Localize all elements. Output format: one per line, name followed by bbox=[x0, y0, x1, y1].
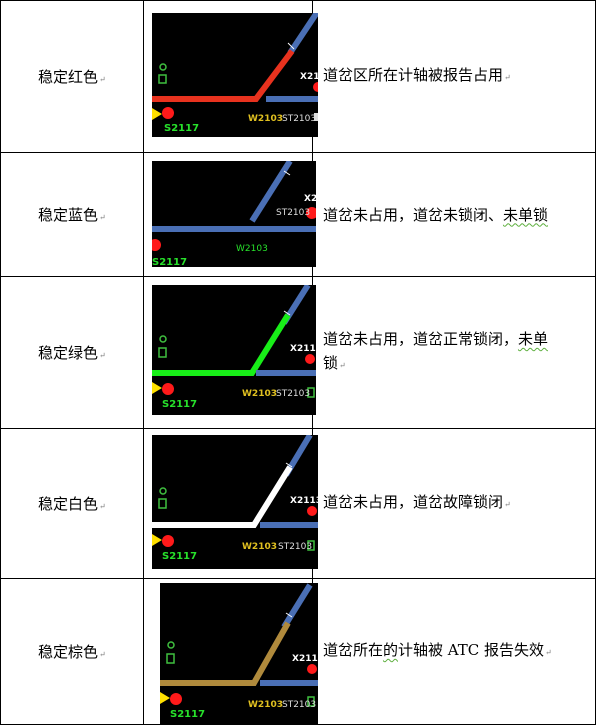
track-label: ST2103 bbox=[278, 542, 312, 552]
status-table: 稳定红色↵ S2117 W2103 ST2103 X21 道岔区所在计轴被报告占… bbox=[0, 0, 596, 725]
signal-red-icon bbox=[151, 239, 161, 251]
track-label: ST2103 bbox=[276, 389, 310, 399]
state-label: 稳定绿色 bbox=[37, 344, 98, 362]
description: 道岔所在 bbox=[322, 641, 383, 659]
signal-red-icon bbox=[306, 506, 317, 516]
paragraph-mark-icon: ↵ bbox=[338, 361, 346, 370]
signal-label: S2117 bbox=[170, 709, 205, 720]
signal-box-icon bbox=[157, 74, 167, 84]
direction-arrow-icon bbox=[151, 534, 162, 546]
track-label: ST2103 bbox=[282, 700, 316, 710]
image-cell: S2117 W2103 ST2103 X2113 bbox=[142, 428, 318, 579]
table-row: 稳定蓝色↵ ST2103 W2103 S2117 X2 道岔未占用，道岔未锁闭、… bbox=[0, 152, 596, 277]
track-label: ST2103 bbox=[276, 208, 310, 218]
signal-red-icon bbox=[306, 664, 317, 674]
switch-label: W2103 bbox=[242, 542, 277, 552]
state-cell: 稳定绿色↵ bbox=[0, 276, 144, 429]
signal-red-icon bbox=[304, 354, 315, 364]
corner-label: X211 bbox=[300, 72, 318, 82]
description-cell: 道岔区所在计轴被报告占用↵ bbox=[311, 0, 596, 153]
switch-diagram-green: S2117 W2103 ST2103 X2113 bbox=[151, 285, 316, 415]
signal-red-icon bbox=[169, 693, 182, 705]
signal-red-icon bbox=[161, 107, 174, 119]
switch-label: W2103 bbox=[248, 700, 283, 710]
state-cell: 稳定蓝色↵ bbox=[0, 152, 144, 277]
switch-label: W2103 bbox=[242, 389, 277, 399]
table-row: 稳定白色↵ S2117 W2103 ST2103 X211 道岔未占用，道岔故障… bbox=[0, 428, 596, 579]
locked-section bbox=[151, 313, 291, 376]
signal-lamp-icon bbox=[158, 335, 167, 343]
table-row: 稳定红色↵ S2117 W2103 ST2103 X21 道岔区所在计轴被报告占… bbox=[0, 0, 596, 153]
track-label: ST2103 bbox=[282, 114, 316, 124]
signal-red-icon bbox=[312, 82, 318, 92]
signal-red-icon bbox=[161, 383, 174, 395]
state-cell: 稳定棕色↵ bbox=[0, 578, 144, 725]
image-cell: ST2103 W2103 S2117 X2 bbox=[142, 152, 316, 277]
switch-diagram-white: S2117 W2103 ST2103 X2113 bbox=[151, 435, 318, 569]
paragraph-mark-icon: ↵ bbox=[99, 75, 106, 84]
fault-locked-section bbox=[151, 465, 293, 528]
state-label: 稳定白色 bbox=[37, 495, 98, 513]
state-label: 稳定棕色 bbox=[37, 643, 98, 661]
switch-diagram-brown: S2117 W2103 ST2103 X2113 bbox=[159, 583, 318, 725]
signal-lamp-icon bbox=[158, 487, 167, 495]
failed-section bbox=[159, 621, 291, 686]
paragraph-mark-icon: ↵ bbox=[99, 213, 106, 222]
paragraph-mark-icon: ↵ bbox=[99, 351, 106, 360]
description: 道岔未占用，道岔未锁闭、 bbox=[322, 205, 503, 224]
paragraph-mark-icon: ↵ bbox=[99, 650, 106, 659]
paragraph-mark-icon: ↵ bbox=[503, 73, 511, 82]
table-row: 稳定棕色↵ S2117 W2103 ST2103 X211 道岔所在的计轴被 A… bbox=[0, 578, 596, 725]
branch-track-upper bbox=[281, 583, 313, 629]
switch-diagram-red: S2117 W2103 ST2103 X211 bbox=[151, 13, 318, 137]
corner-label: X2113 bbox=[290, 496, 318, 506]
description: 道岔未占用，道岔故障锁闭 bbox=[322, 493, 503, 511]
switch-label: W2103 bbox=[248, 114, 283, 124]
branch-track-upper bbox=[287, 13, 318, 55]
description-continuation: 计轴被 ATC 报告失效 bbox=[397, 641, 545, 659]
signal-red-icon bbox=[161, 535, 174, 547]
occupied-section bbox=[151, 49, 295, 102]
paragraph-mark-icon: ↵ bbox=[99, 502, 106, 511]
state-label: 稳定蓝色 bbox=[37, 206, 98, 224]
signal-label: S2117 bbox=[162, 399, 197, 410]
signal-lamp-icon bbox=[158, 63, 167, 71]
description-underlined: 未单 bbox=[517, 330, 548, 348]
switch-diagram-blue: ST2103 W2103 S2117 X2 bbox=[151, 161, 316, 267]
paragraph-mark-icon: ↵ bbox=[545, 648, 552, 657]
paragraph-mark-icon: ↵ bbox=[503, 500, 511, 509]
switch-label: W2103 bbox=[236, 244, 268, 254]
state-label: 稳定红色 bbox=[37, 68, 98, 86]
description-underlined: 的 bbox=[382, 641, 398, 659]
description-cell: 道岔未占用，道岔故障锁闭↵ bbox=[311, 428, 596, 579]
state-cell: 稳定红色↵ bbox=[0, 0, 144, 153]
signal-lamp-icon bbox=[166, 641, 175, 649]
description-cell: 道岔所在的计轴被 ATC 报告失效↵ bbox=[311, 578, 596, 725]
description-cell: 道岔未占用，道岔未锁闭、未单锁 bbox=[311, 152, 596, 277]
description-underlined: 未单锁 bbox=[502, 205, 548, 224]
image-cell: S2117 W2103 ST2103 X2113 bbox=[142, 578, 318, 725]
description-continuation: 锁 bbox=[322, 354, 338, 372]
signal-box-icon bbox=[157, 347, 167, 358]
direction-arrow-icon bbox=[159, 692, 170, 704]
table-row: 稳定绿色↵ S2117 W2103 ST2103 X211 道岔未占用，道岔正常… bbox=[0, 276, 596, 429]
direction-arrow-icon bbox=[151, 108, 162, 120]
description-cell: 道岔未占用，道岔正常锁闭，未单 锁↵ bbox=[311, 276, 596, 429]
signal-box-icon bbox=[165, 653, 175, 664]
signal-label: S2117 bbox=[152, 257, 187, 267]
direction-arrow-icon bbox=[151, 382, 162, 394]
signal-label: S2117 bbox=[164, 123, 199, 134]
image-cell: S2117 W2103 ST2103 X211 bbox=[142, 0, 318, 153]
state-cell: 稳定白色↵ bbox=[0, 428, 144, 579]
signal-label: S2117 bbox=[162, 551, 197, 562]
signal-box-icon bbox=[157, 498, 167, 509]
description: 道岔未占用，道岔正常锁闭， bbox=[322, 330, 518, 348]
corner-label: X2113 bbox=[292, 654, 318, 664]
corner-label: X2113 bbox=[290, 344, 316, 354]
description: 道岔区所在计轴被报告占用 bbox=[322, 66, 503, 84]
image-cell: S2117 W2103 ST2103 X2113 bbox=[142, 276, 316, 429]
corner-label: X2 bbox=[304, 194, 316, 204]
